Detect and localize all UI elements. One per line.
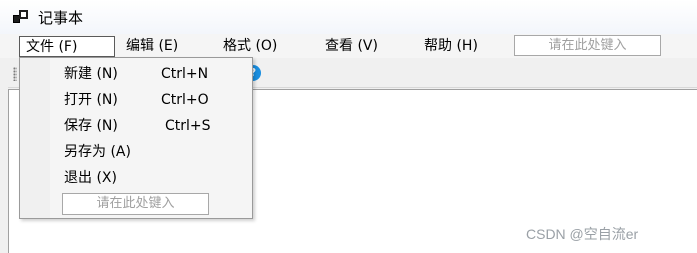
file-menu-dropdown: 新建 (N) Ctrl+N 打开 (N) Ctrl+O 保存 (N) Ctrl+…	[19, 57, 253, 219]
menu-item-label: 新建 (N)	[64, 66, 118, 82]
menu-icon-gutter	[20, 58, 50, 218]
menu-format[interactable]: 格式 (O)	[217, 36, 283, 57]
menu-item-save[interactable]: 保存 (N) Ctrl+S	[51, 113, 251, 139]
file-menu-type-here-input[interactable]: 请在此处键入	[62, 193, 209, 215]
menu-view[interactable]: 查看 (V)	[319, 36, 384, 57]
left-frame	[0, 58, 8, 253]
menu-edit[interactable]: 编辑 (E)	[120, 36, 184, 57]
menu-item-open[interactable]: 打开 (N) Ctrl+O	[51, 87, 251, 113]
menu-item-new[interactable]: 新建 (N) Ctrl+N	[51, 61, 251, 87]
menu-item-exit[interactable]: 退出 (X)	[51, 165, 251, 191]
menu-item-label: 保存 (N)	[64, 118, 118, 134]
window-title: 记事本	[38, 9, 84, 27]
toolbar-grip[interactable]	[13, 67, 17, 81]
menu-file[interactable]: 文件 (F)	[19, 36, 115, 57]
watermark-text: CSDN @空自流er	[526, 226, 639, 242]
menu-item-shortcut: Ctrl+O	[161, 92, 209, 108]
app-icon	[13, 9, 29, 25]
title-bar: 记事本	[0, 0, 697, 34]
menu-item-label: 另存为 (A)	[64, 144, 131, 160]
menu-item-label: 打开 (N)	[64, 92, 118, 108]
menu-item-save-as[interactable]: 另存为 (A)	[51, 139, 251, 165]
menu-item-shortcut: Ctrl+N	[161, 66, 209, 82]
notepad-window: 记事本 文件 (F) 编辑 (E) 格式 (O) 查看 (V) 帮助 (H) 请…	[0, 0, 697, 253]
menu-help[interactable]: 帮助 (H)	[418, 36, 484, 57]
menu-bar: 文件 (F) 编辑 (E) 格式 (O) 查看 (V) 帮助 (H) 请在此处键…	[0, 34, 697, 58]
menu-item-label: 退出 (X)	[64, 170, 117, 186]
menu-item-shortcut: Ctrl+S	[165, 118, 211, 134]
menubar-type-here-input[interactable]: 请在此处键入	[514, 35, 661, 56]
